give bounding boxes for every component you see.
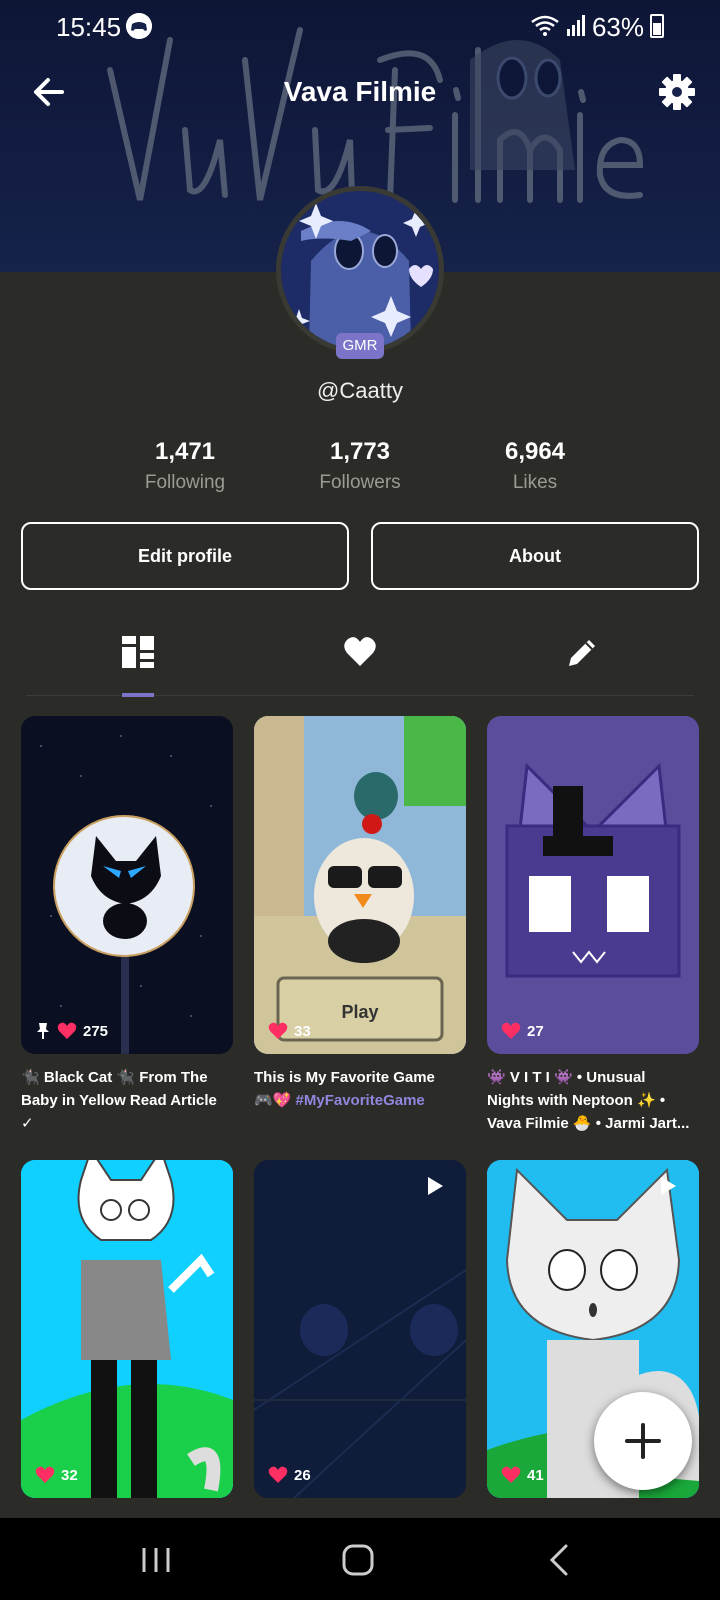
post-thumbnail bbox=[21, 716, 233, 1054]
post-stats: 26 bbox=[268, 1466, 311, 1484]
heart-icon bbox=[268, 1466, 288, 1483]
active-tab-indicator bbox=[122, 693, 154, 697]
recent-apps-icon[interactable] bbox=[136, 1540, 176, 1580]
stat-label: Followers bbox=[319, 472, 401, 493]
post-caption[interactable]: 🐈‍⬛ Black Cat 🐈‍⬛ From The Baby in Yello… bbox=[21, 1066, 237, 1135]
game-controller-icon bbox=[126, 13, 152, 39]
stat-label: Likes bbox=[512, 472, 558, 493]
caption-emoji: 🎮💖 bbox=[254, 1092, 292, 1109]
heart-icon bbox=[35, 1466, 55, 1483]
hashtag-link[interactable]: #MyFavoriteGame bbox=[296, 1092, 425, 1109]
post-caption[interactable]: This is My Favorite Game 🎮💖 #MyFavoriteG… bbox=[254, 1066, 470, 1112]
caption-line: 🎮💖 #MyFavoriteGame bbox=[254, 1089, 470, 1112]
like-count: 27 bbox=[527, 1022, 544, 1040]
profile-stats: 1,471 Following 1,773 Followers 6,964 Li… bbox=[0, 438, 720, 498]
post-stats: 275 bbox=[35, 1022, 108, 1040]
stat-followers[interactable]: 1,773 Followers bbox=[270, 438, 450, 494]
post-card[interactable]: 275 bbox=[21, 716, 233, 1054]
post-card[interactable]: 32 bbox=[21, 1160, 233, 1498]
caption-line: ✓ bbox=[21, 1115, 34, 1132]
caption-line: This is My Favorite Game bbox=[254, 1069, 435, 1086]
heart-icon bbox=[268, 1022, 288, 1039]
caption-line: 👾 V I T I 👾 • Unusual bbox=[487, 1069, 646, 1086]
pin-icon bbox=[37, 1023, 49, 1039]
video-play-icon bbox=[661, 1177, 676, 1195]
stat-label: Following bbox=[144, 472, 226, 493]
post-card[interactable]: 26 bbox=[254, 1160, 466, 1498]
signal-icon bbox=[567, 15, 585, 36]
pencil-icon bbox=[569, 640, 595, 666]
status-time: 15:45 bbox=[56, 12, 122, 42]
heart-icon bbox=[501, 1022, 521, 1039]
like-count: 32 bbox=[61, 1466, 78, 1484]
grid-layout-icon bbox=[122, 636, 154, 668]
heart-icon bbox=[57, 1022, 77, 1039]
stat-value: 1,773 bbox=[329, 438, 391, 465]
gear-icon[interactable] bbox=[658, 73, 696, 111]
post-caption[interactable]: 👾 V I T I 👾 • Unusual Nights with Neptoo… bbox=[487, 1066, 703, 1135]
profile-tabs bbox=[26, 624, 694, 697]
thumbnail-play-label: Play bbox=[341, 1002, 379, 1022]
post-card[interactable]: Play 33 bbox=[254, 716, 466, 1054]
post-stats: 27 bbox=[501, 1022, 544, 1040]
stat-following[interactable]: 1,471 Following bbox=[95, 438, 275, 494]
home-icon[interactable] bbox=[338, 1540, 378, 1580]
tab-liked[interactable] bbox=[330, 624, 390, 696]
post-thumbnail bbox=[254, 1160, 466, 1498]
like-count: 41 bbox=[527, 1466, 544, 1484]
video-play-icon bbox=[428, 1177, 443, 1195]
tab-posts[interactable] bbox=[108, 624, 168, 697]
post-thumbnail bbox=[487, 716, 699, 1054]
tab-drafts[interactable] bbox=[552, 624, 612, 696]
post-thumbnail bbox=[21, 1160, 233, 1498]
caption-line: Nights with Neptoon ✨ • bbox=[487, 1092, 666, 1109]
caption-line: Baby in Yellow Read Article bbox=[21, 1092, 217, 1109]
like-count: 26 bbox=[294, 1466, 311, 1484]
post-stats: 41 bbox=[501, 1466, 544, 1484]
battery-icon bbox=[650, 14, 664, 38]
heart-icon bbox=[501, 1466, 521, 1483]
post-card[interactable]: 27 bbox=[487, 716, 699, 1054]
wifi-icon bbox=[531, 15, 559, 36]
back-nav-icon[interactable] bbox=[540, 1540, 580, 1580]
status-bar: 15:45 63% bbox=[0, 0, 720, 52]
caption-line: 🐈‍⬛ Black Cat 🐈‍⬛ From The bbox=[21, 1069, 208, 1086]
battery-percent: 63% bbox=[591, 12, 644, 42]
edit-profile-button[interactable]: Edit profile bbox=[21, 522, 349, 590]
stat-value: 1,471 bbox=[154, 438, 216, 465]
post-stats: 33 bbox=[268, 1022, 311, 1040]
post-stats: 32 bbox=[35, 1466, 78, 1484]
like-count: 33 bbox=[294, 1022, 311, 1040]
avatar-image bbox=[281, 191, 439, 349]
page-title: Vava Filmie bbox=[283, 76, 437, 107]
like-count: 275 bbox=[83, 1022, 109, 1040]
caption-line: Vava Filmie 🐣 • Jarmi Jart... bbox=[487, 1115, 690, 1132]
username: @Caatty bbox=[317, 378, 403, 403]
heart-icon bbox=[344, 637, 376, 666]
role-badge: GMR bbox=[336, 333, 384, 359]
stat-likes[interactable]: 6,964 Likes bbox=[445, 438, 625, 494]
create-post-button[interactable] bbox=[594, 1392, 692, 1490]
avatar[interactable] bbox=[276, 186, 444, 354]
system-nav-bar bbox=[0, 1518, 720, 1600]
stat-value: 6,964 bbox=[504, 438, 566, 465]
about-button[interactable]: About bbox=[371, 522, 699, 590]
plus-icon bbox=[625, 1423, 661, 1459]
